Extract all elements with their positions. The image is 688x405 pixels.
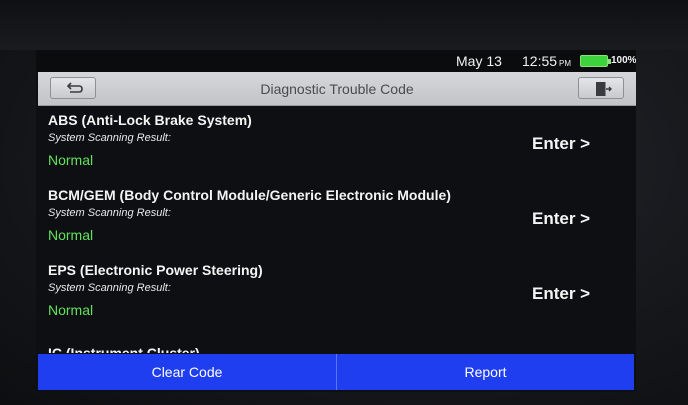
- list-item[interactable]: ABS (Anti-Lock Brake System) System Scan…: [36, 106, 636, 180]
- report-button[interactable]: Report: [337, 354, 634, 390]
- title-bar: Diagnostic Trouble Code: [38, 72, 636, 106]
- device-bezel: [0, 0, 688, 50]
- system-name: EPS (Electronic Power Steering): [48, 262, 263, 278]
- status-clock: 12:55: [522, 53, 558, 69]
- scan-result-status: Normal: [48, 302, 94, 318]
- enter-button[interactable]: Enter >: [532, 209, 590, 229]
- battery-percent: 100%: [611, 55, 636, 66]
- status-time: 12:55 PM: [522, 53, 571, 69]
- system-name: BCM/GEM (Body Control Module/Generic Ele…: [48, 187, 451, 203]
- status-ampm: PM: [559, 59, 572, 68]
- page-title: Diagnostic Trouble Code: [260, 81, 414, 97]
- scan-result-label: System Scanning Result:: [48, 282, 171, 294]
- scan-result-label: System Scanning Result:: [48, 207, 171, 219]
- system-name: ABS (Anti-Lock Brake System): [48, 112, 252, 128]
- exit-button[interactable]: [578, 77, 624, 99]
- list-item[interactable]: BCM/GEM (Body Control Module/Generic Ele…: [36, 181, 636, 255]
- system-name: IC (Instrument Cluster): [48, 345, 200, 353]
- scan-result-status: Normal: [48, 152, 94, 168]
- clear-code-button[interactable]: Clear Code: [38, 354, 336, 390]
- device-screen: May 13 12:55 PM 100% Diagnostic Trouble C…: [36, 50, 636, 392]
- battery-icon: [580, 55, 611, 67]
- scan-result-label: System Scanning Result:: [48, 132, 171, 144]
- status-bar: May 13 12:55 PM 100%: [36, 50, 636, 72]
- enter-button[interactable]: Enter >: [532, 284, 590, 304]
- exit-door-icon: [596, 82, 612, 96]
- list-item[interactable]: EPS (Electronic Power Steering) System S…: [36, 256, 636, 330]
- enter-button[interactable]: Enter >: [532, 134, 590, 154]
- status-date: May 13: [456, 53, 502, 69]
- scan-result-status: Normal: [48, 227, 94, 243]
- bottom-action-bar: Clear Code Report: [38, 354, 634, 390]
- list-item[interactable]: IC (Instrument Cluster): [36, 331, 636, 353]
